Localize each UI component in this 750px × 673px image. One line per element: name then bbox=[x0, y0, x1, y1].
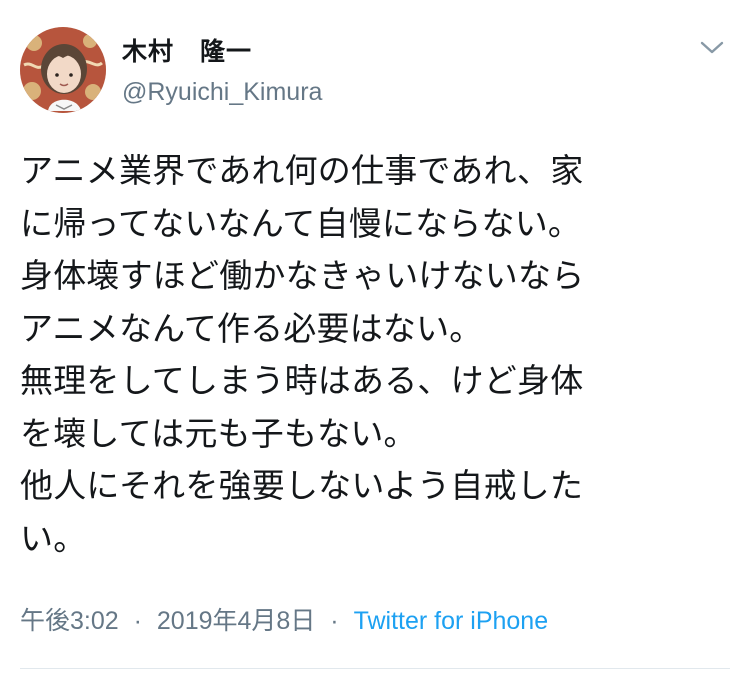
user-handle[interactable]: @Ryuichi_Kimura bbox=[122, 76, 662, 108]
tweet-text-line: 無理をしてしまう時はある、けど身体 bbox=[20, 361, 584, 400]
tweet-time[interactable]: 午後3:02 bbox=[20, 607, 119, 635]
tweet-text-line: アニメ業界であれ何の仕事であれ、家 bbox=[20, 151, 584, 190]
meta-separator: · bbox=[330, 607, 339, 635]
tweet-date[interactable]: 2019年4月8日 bbox=[157, 607, 315, 635]
tweet-meta: 午後3:02 · 2019年4月8日 · Twitter for iPhone bbox=[20, 603, 548, 639]
meta-separator: · bbox=[133, 607, 142, 635]
tweet-source-link[interactable]: Twitter for iPhone bbox=[354, 607, 549, 635]
tweet-text-line: アニメなんて作る必要はない。 bbox=[20, 308, 483, 348]
chevron-down-icon bbox=[700, 41, 724, 54]
user-info: 木村 隆一 @Ryuichi_Kimura bbox=[122, 35, 662, 108]
tweet-header: 木村 隆一 @Ryuichi_Kimura bbox=[20, 27, 730, 117]
tweet-text-line: い。 bbox=[20, 518, 87, 558]
display-name[interactable]: 木村 隆一 bbox=[122, 35, 662, 69]
tweet-text-line: 身体壊すほど働かなきゃいけないなら bbox=[20, 256, 585, 295]
tweet-menu-button[interactable] bbox=[699, 39, 725, 57]
avatar-illustration bbox=[20, 27, 106, 113]
tweet-text-line: に帰ってないなんて自慢にならない。 bbox=[20, 203, 582, 243]
tweet-text-line: を壊しては元も子もない。 bbox=[20, 413, 417, 453]
divider bbox=[20, 668, 730, 669]
tweet-text: アニメ業界であれ何の仕事であれ、家 に帰ってないなんて自慢にならない。 身体壊す… bbox=[20, 145, 730, 565]
tweet-text-line: 他人にそれを強要しないよう自戒した bbox=[20, 466, 584, 505]
avatar[interactable] bbox=[20, 27, 106, 113]
